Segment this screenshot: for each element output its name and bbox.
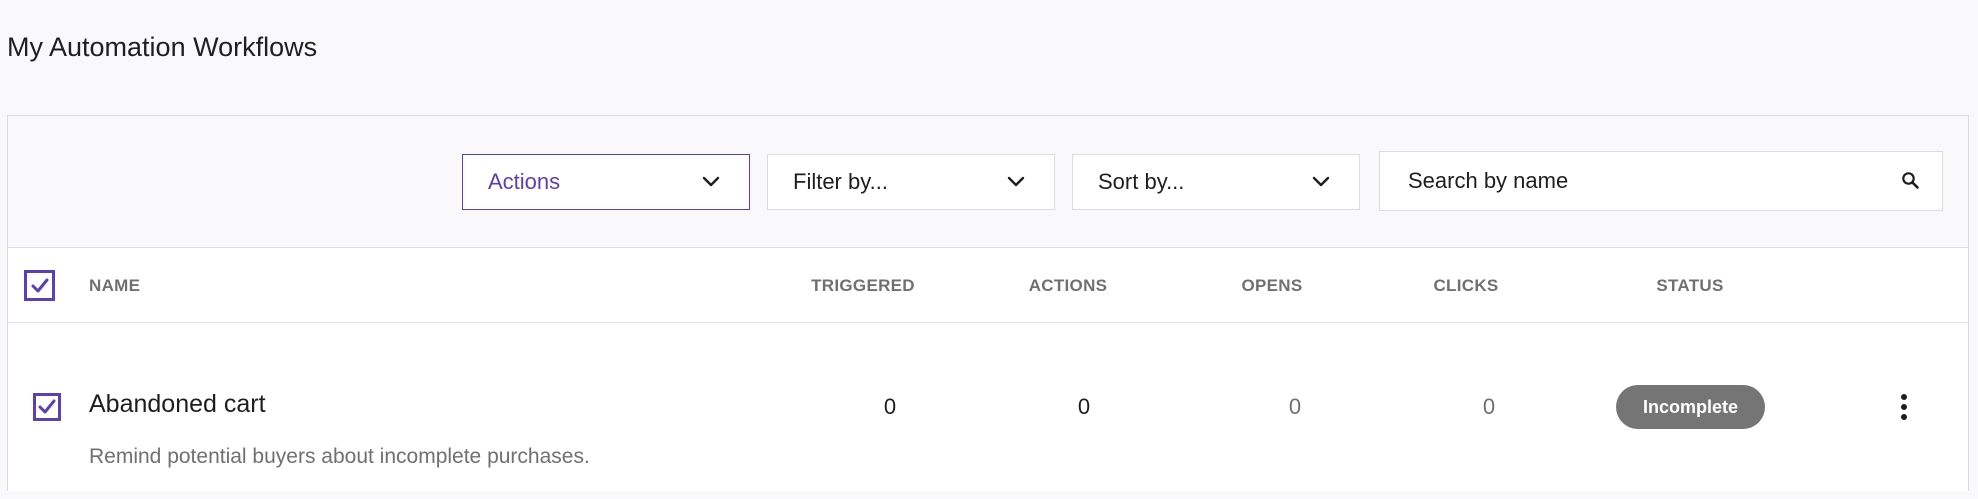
toolbar: Actions Filter by... Sort by...	[8, 116, 1968, 248]
menu-dot	[1901, 394, 1907, 400]
column-header-triggered: TRIGGERED	[811, 276, 915, 295]
row-checkbox[interactable]	[33, 393, 61, 421]
sort-dropdown[interactable]: Sort by...	[1072, 154, 1360, 210]
clicks-count: 0	[1482, 394, 1496, 419]
filter-dropdown-label: Filter by...	[793, 169, 888, 194]
search-icon[interactable]	[1900, 170, 1922, 192]
status-badge: Incomplete	[1616, 385, 1765, 429]
column-header-status: STATUS	[1656, 276, 1724, 295]
select-all-checkbox[interactable]	[24, 270, 55, 301]
chevron-down-icon	[1312, 176, 1330, 187]
actions-dropdown-label: Actions	[488, 169, 561, 194]
table-row[interactable]: Abandoned cart Remind potential buyers a…	[8, 323, 1968, 491]
checkmark-icon	[38, 399, 56, 414]
triggered-count: 0	[883, 394, 897, 419]
sort-dropdown-label: Sort by...	[1098, 169, 1185, 194]
chevron-down-icon	[1007, 176, 1025, 187]
column-header-opens: OPENS	[1241, 276, 1303, 295]
checkmark-icon	[31, 278, 48, 292]
menu-dot	[1901, 414, 1907, 420]
column-header-name: NAME	[89, 276, 141, 295]
table-header: NAME TRIGGERED ACTIONS OPENS CLICKS STAT…	[8, 248, 1968, 323]
actions-count: 0	[1077, 394, 1091, 419]
page-title: My Automation Workflows	[7, 32, 318, 62]
column-header-clicks: CLICKS	[1433, 276, 1499, 295]
column-header-actions: ACTIONS	[1028, 276, 1108, 295]
workflow-description: Remind potential buyers about incomplete…	[89, 445, 590, 468]
chevron-down-icon	[702, 176, 720, 187]
search-input[interactable]	[1408, 168, 1900, 194]
search-box	[1379, 151, 1943, 211]
menu-dot	[1901, 404, 1907, 410]
filter-dropdown[interactable]: Filter by...	[767, 154, 1055, 210]
workflow-name[interactable]: Abandoned cart	[89, 388, 266, 420]
opens-count: 0	[1288, 394, 1302, 419]
workflows-panel: Actions Filter by... Sort by... Search b…	[7, 115, 1969, 491]
actions-dropdown[interactable]: Actions	[462, 154, 750, 210]
more-vertical-icon[interactable]	[1892, 387, 1916, 427]
